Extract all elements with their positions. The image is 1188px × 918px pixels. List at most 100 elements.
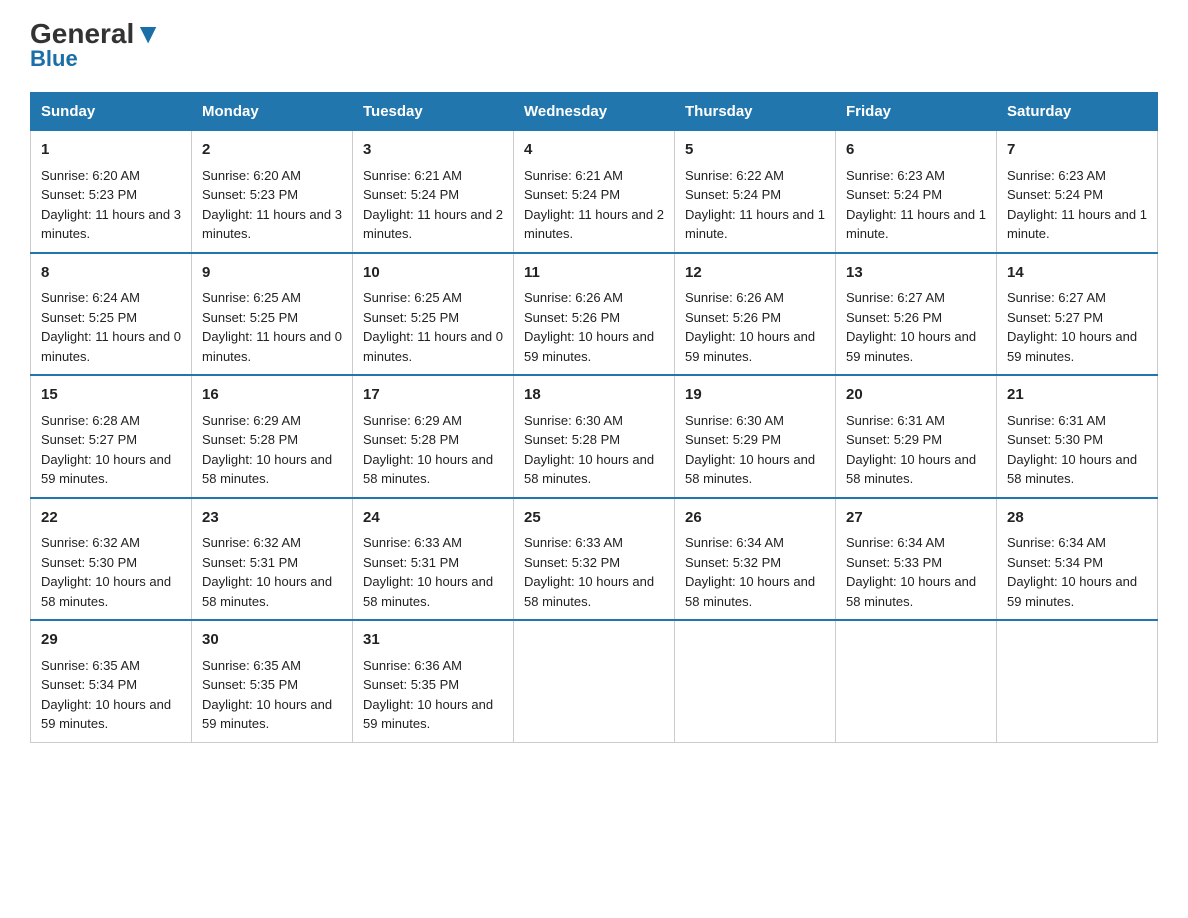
sunrise-label: Sunrise: 6:29 AM xyxy=(202,413,301,428)
logo: General▼ Blue xyxy=(30,20,162,72)
sunrise-label: Sunrise: 6:34 AM xyxy=(846,535,945,550)
calendar-cell-week4-day7: 28 Sunrise: 6:34 AM Sunset: 5:34 PM Dayl… xyxy=(997,498,1158,621)
day-number: 25 xyxy=(524,507,664,530)
daylight-label: Daylight: 10 hours and 59 minutes. xyxy=(41,452,171,487)
daylight-label: Daylight: 10 hours and 58 minutes. xyxy=(1007,452,1137,487)
daylight-label: Daylight: 10 hours and 58 minutes. xyxy=(202,452,332,487)
sunset-label: Sunset: 5:34 PM xyxy=(1007,555,1103,570)
sunset-label: Sunset: 5:35 PM xyxy=(202,677,298,692)
day-number: 13 xyxy=(846,262,986,285)
sunset-label: Sunset: 5:32 PM xyxy=(685,555,781,570)
calendar-cell-week4-day6: 27 Sunrise: 6:34 AM Sunset: 5:33 PM Dayl… xyxy=(836,498,997,621)
daylight-label: Daylight: 10 hours and 58 minutes. xyxy=(363,574,493,609)
sunrise-label: Sunrise: 6:23 AM xyxy=(846,168,945,183)
sunset-label: Sunset: 5:29 PM xyxy=(846,432,942,447)
sunrise-label: Sunrise: 6:23 AM xyxy=(1007,168,1106,183)
daylight-label: Daylight: 11 hours and 1 minute. xyxy=(1007,207,1147,242)
calendar-week-3: 15 Sunrise: 6:28 AM Sunset: 5:27 PM Dayl… xyxy=(31,375,1158,498)
daylight-label: Daylight: 10 hours and 58 minutes. xyxy=(685,574,815,609)
day-number: 11 xyxy=(524,262,664,285)
calendar-cell-week1-day5: 5 Sunrise: 6:22 AM Sunset: 5:24 PM Dayli… xyxy=(675,131,836,253)
daylight-label: Daylight: 11 hours and 1 minute. xyxy=(846,207,986,242)
day-number: 20 xyxy=(846,384,986,407)
calendar-cell-week3-day2: 16 Sunrise: 6:29 AM Sunset: 5:28 PM Dayl… xyxy=(192,375,353,498)
day-number: 29 xyxy=(41,629,181,652)
day-number: 10 xyxy=(363,262,503,285)
calendar-cell-week5-day7 xyxy=(997,620,1158,742)
daylight-label: Daylight: 11 hours and 0 minutes. xyxy=(363,329,503,364)
calendar-cell-week1-day6: 6 Sunrise: 6:23 AM Sunset: 5:24 PM Dayli… xyxy=(836,131,997,253)
sunrise-label: Sunrise: 6:21 AM xyxy=(524,168,623,183)
sunrise-label: Sunrise: 6:35 AM xyxy=(41,658,140,673)
day-number: 16 xyxy=(202,384,342,407)
day-number: 24 xyxy=(363,507,503,530)
sunset-label: Sunset: 5:28 PM xyxy=(363,432,459,447)
sunrise-label: Sunrise: 6:22 AM xyxy=(685,168,784,183)
daylight-label: Daylight: 10 hours and 58 minutes. xyxy=(846,574,976,609)
sunset-label: Sunset: 5:27 PM xyxy=(1007,310,1103,325)
header-saturday: Saturday xyxy=(997,93,1158,131)
calendar-cell-week3-day3: 17 Sunrise: 6:29 AM Sunset: 5:28 PM Dayl… xyxy=(353,375,514,498)
sunset-label: Sunset: 5:24 PM xyxy=(363,187,459,202)
calendar-week-1: 1 Sunrise: 6:20 AM Sunset: 5:23 PM Dayli… xyxy=(31,131,1158,253)
calendar-cell-week2-day3: 10 Sunrise: 6:25 AM Sunset: 5:25 PM Dayl… xyxy=(353,253,514,376)
calendar-cell-week1-day2: 2 Sunrise: 6:20 AM Sunset: 5:23 PM Dayli… xyxy=(192,131,353,253)
day-number: 6 xyxy=(846,139,986,162)
day-number: 5 xyxy=(685,139,825,162)
sunset-label: Sunset: 5:25 PM xyxy=(363,310,459,325)
sunset-label: Sunset: 5:23 PM xyxy=(202,187,298,202)
day-number: 14 xyxy=(1007,262,1147,285)
calendar-cell-week3-day6: 20 Sunrise: 6:31 AM Sunset: 5:29 PM Dayl… xyxy=(836,375,997,498)
day-number: 3 xyxy=(363,139,503,162)
sunset-label: Sunset: 5:33 PM xyxy=(846,555,942,570)
sunrise-label: Sunrise: 6:25 AM xyxy=(363,290,462,305)
sunset-label: Sunset: 5:30 PM xyxy=(41,555,137,570)
day-number: 19 xyxy=(685,384,825,407)
sunset-label: Sunset: 5:26 PM xyxy=(685,310,781,325)
sunrise-label: Sunrise: 6:26 AM xyxy=(524,290,623,305)
sunrise-label: Sunrise: 6:30 AM xyxy=(524,413,623,428)
sunset-label: Sunset: 5:24 PM xyxy=(524,187,620,202)
daylight-label: Daylight: 10 hours and 59 minutes. xyxy=(524,329,654,364)
sunrise-label: Sunrise: 6:34 AM xyxy=(685,535,784,550)
sunrise-label: Sunrise: 6:33 AM xyxy=(524,535,623,550)
calendar-table: SundayMondayTuesdayWednesdayThursdayFrid… xyxy=(30,92,1158,743)
day-number: 31 xyxy=(363,629,503,652)
day-number: 27 xyxy=(846,507,986,530)
calendar-cell-week3-day1: 15 Sunrise: 6:28 AM Sunset: 5:27 PM Dayl… xyxy=(31,375,192,498)
calendar-cell-week5-day6 xyxy=(836,620,997,742)
sunset-label: Sunset: 5:26 PM xyxy=(524,310,620,325)
logo-general-text: General▼ xyxy=(30,20,162,48)
sunrise-label: Sunrise: 6:20 AM xyxy=(41,168,140,183)
sunrise-label: Sunrise: 6:27 AM xyxy=(1007,290,1106,305)
daylight-label: Daylight: 10 hours and 58 minutes. xyxy=(685,452,815,487)
calendar-cell-week1-day3: 3 Sunrise: 6:21 AM Sunset: 5:24 PM Dayli… xyxy=(353,131,514,253)
header-monday: Monday xyxy=(192,93,353,131)
sunrise-label: Sunrise: 6:27 AM xyxy=(846,290,945,305)
calendar-cell-week5-day3: 31 Sunrise: 6:36 AM Sunset: 5:35 PM Dayl… xyxy=(353,620,514,742)
calendar-cell-week2-day7: 14 Sunrise: 6:27 AM Sunset: 5:27 PM Dayl… xyxy=(997,253,1158,376)
day-number: 28 xyxy=(1007,507,1147,530)
daylight-label: Daylight: 11 hours and 0 minutes. xyxy=(41,329,181,364)
calendar-cell-week5-day4 xyxy=(514,620,675,742)
sunset-label: Sunset: 5:27 PM xyxy=(41,432,137,447)
sunrise-label: Sunrise: 6:31 AM xyxy=(1007,413,1106,428)
day-number: 30 xyxy=(202,629,342,652)
sunrise-label: Sunrise: 6:28 AM xyxy=(41,413,140,428)
sunset-label: Sunset: 5:32 PM xyxy=(524,555,620,570)
sunrise-label: Sunrise: 6:25 AM xyxy=(202,290,301,305)
daylight-label: Daylight: 11 hours and 1 minute. xyxy=(685,207,825,242)
sunset-label: Sunset: 5:25 PM xyxy=(202,310,298,325)
sunset-label: Sunset: 5:31 PM xyxy=(363,555,459,570)
day-number: 8 xyxy=(41,262,181,285)
calendar-cell-week5-day5 xyxy=(675,620,836,742)
calendar-cell-week5-day1: 29 Sunrise: 6:35 AM Sunset: 5:34 PM Dayl… xyxy=(31,620,192,742)
day-number: 18 xyxy=(524,384,664,407)
sunset-label: Sunset: 5:26 PM xyxy=(846,310,942,325)
sunset-label: Sunset: 5:25 PM xyxy=(41,310,137,325)
sunset-label: Sunset: 5:31 PM xyxy=(202,555,298,570)
sunrise-label: Sunrise: 6:20 AM xyxy=(202,168,301,183)
calendar-cell-week1-day4: 4 Sunrise: 6:21 AM Sunset: 5:24 PM Dayli… xyxy=(514,131,675,253)
daylight-label: Daylight: 11 hours and 3 minutes. xyxy=(41,207,181,242)
sunrise-label: Sunrise: 6:24 AM xyxy=(41,290,140,305)
